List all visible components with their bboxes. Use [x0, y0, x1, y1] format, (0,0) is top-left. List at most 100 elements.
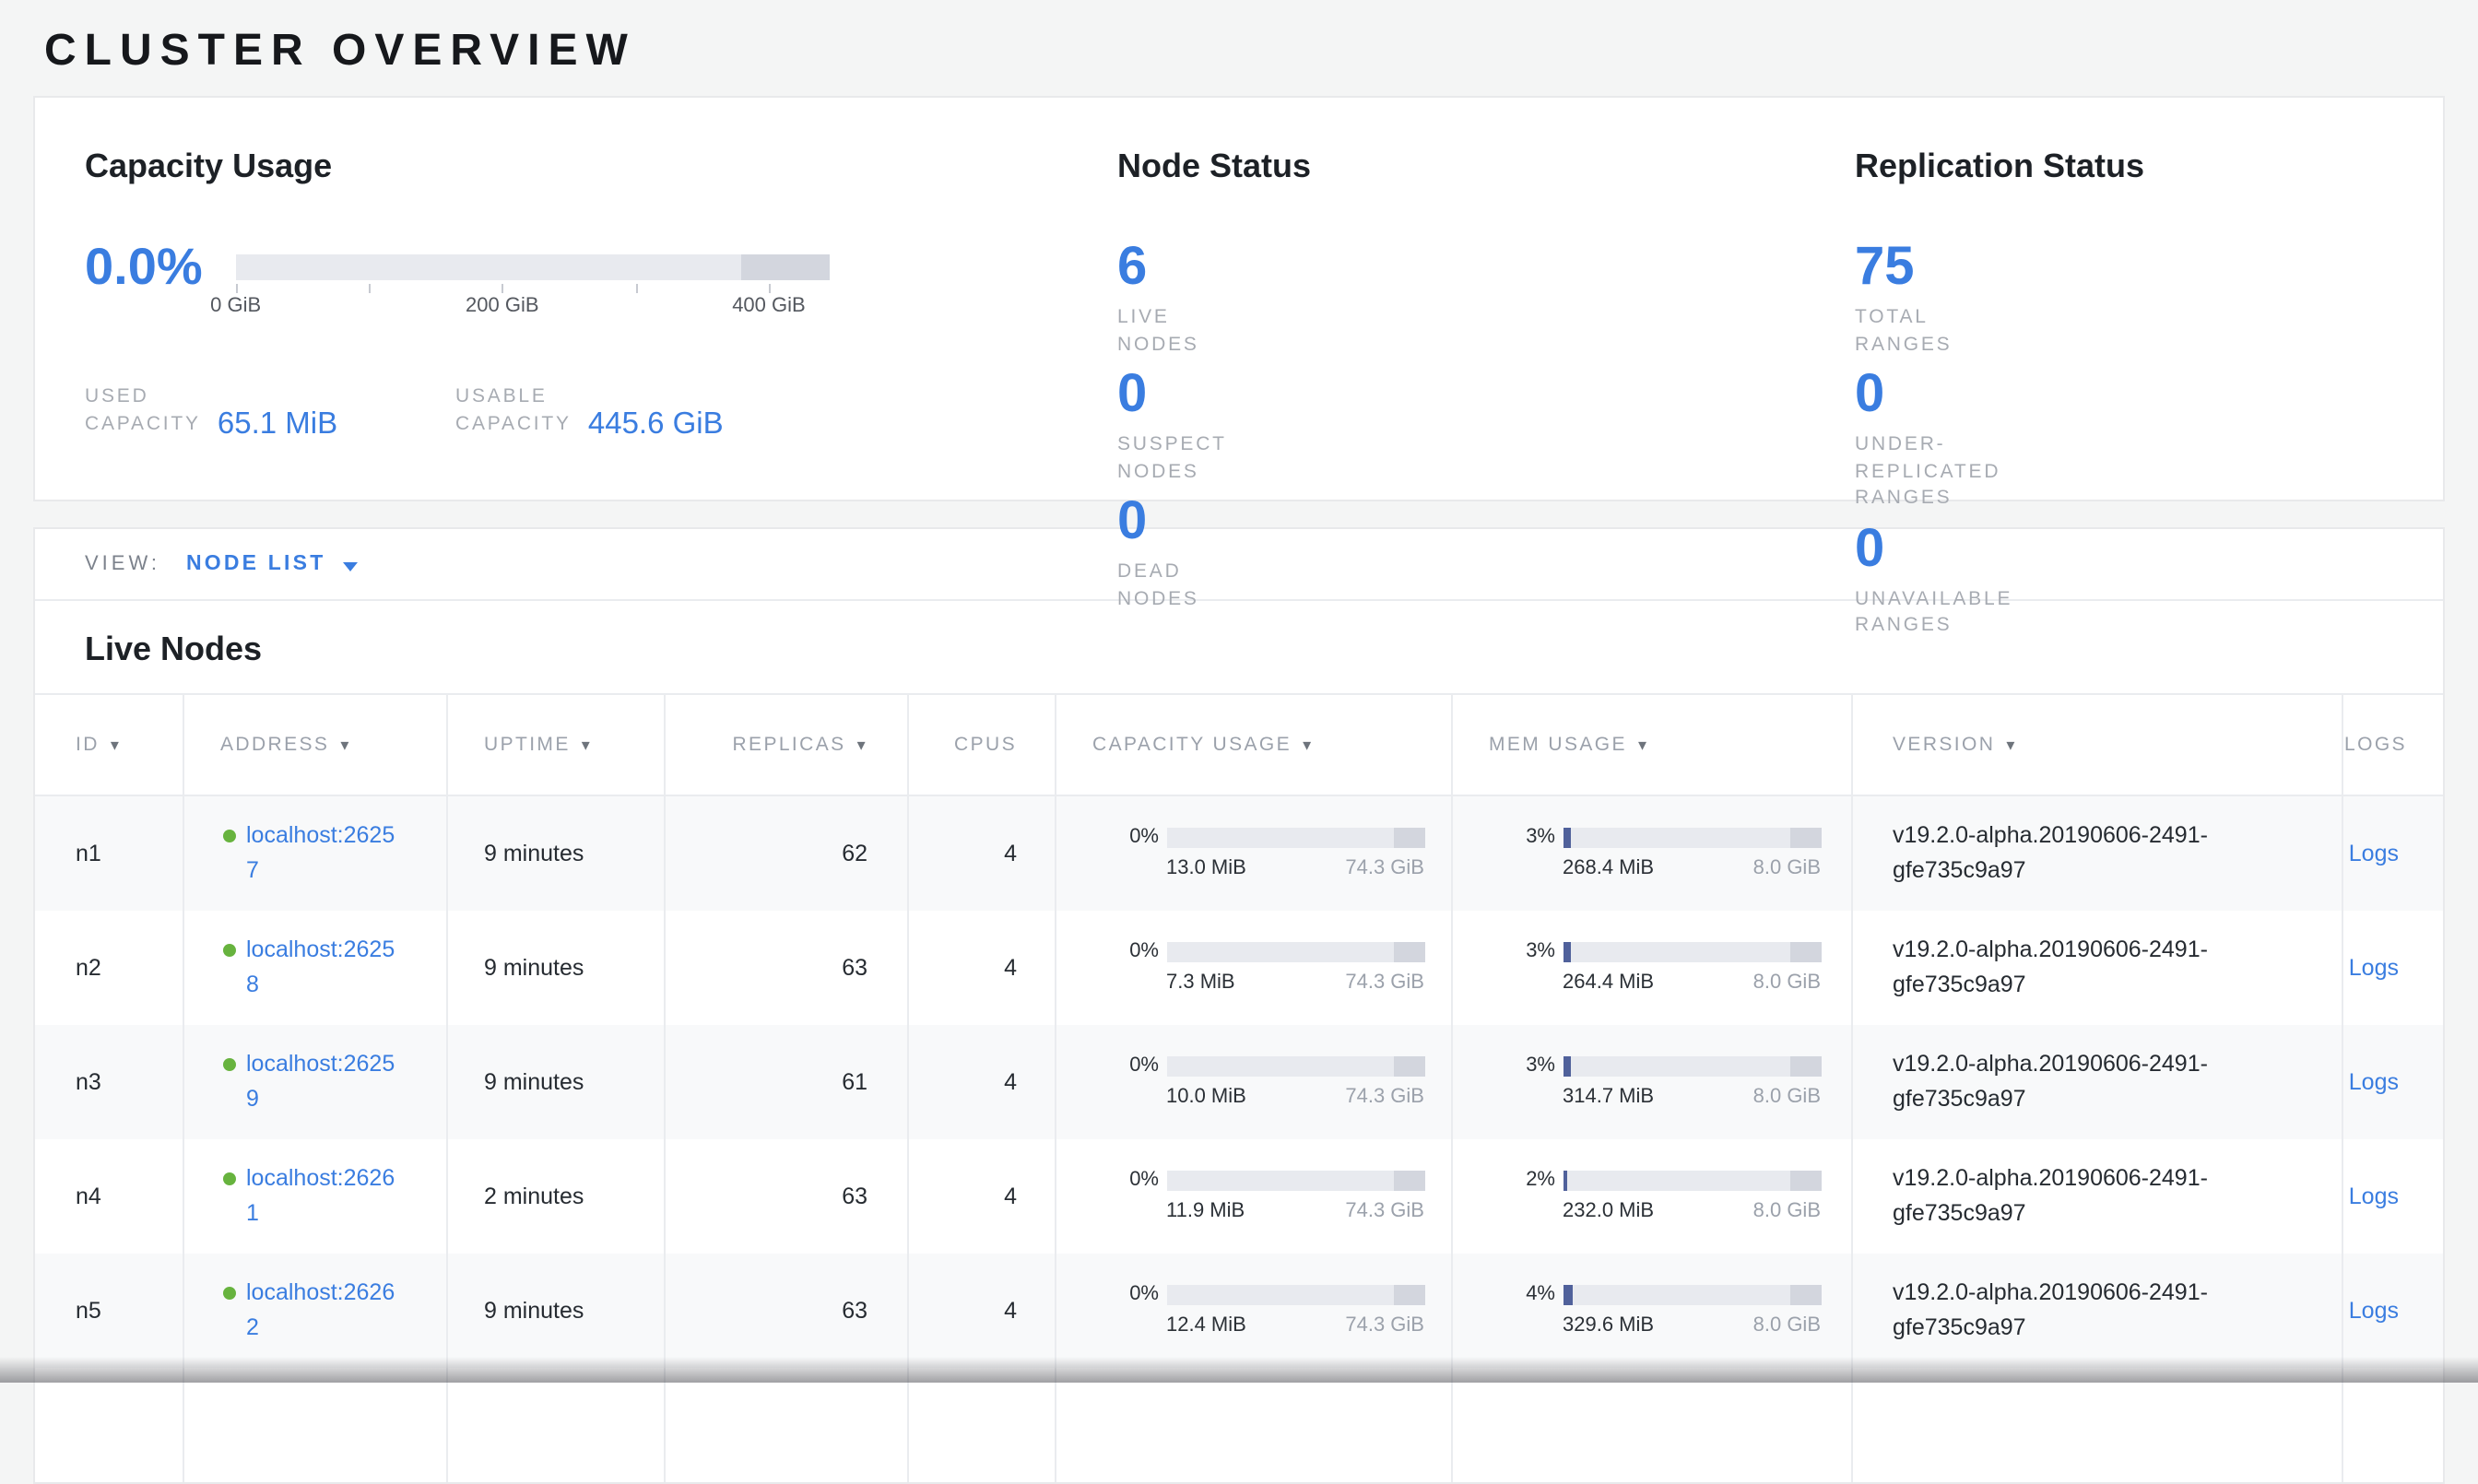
memory-max: 8.0 GiB [1753, 1200, 1821, 1224]
address-cell: localhost:26259 [183, 1025, 446, 1139]
table-header-address[interactable]: ADDRESS▾ [183, 694, 446, 795]
node-id-cell: n1 [35, 795, 183, 911]
logs-cell: Logs [2342, 911, 2443, 1025]
replicas-cell: 61 [664, 1025, 907, 1139]
memory-bar-dark-segment [1789, 941, 1821, 961]
table-header-capacity-usage[interactable]: CAPACITY USAGE▾ [1055, 694, 1451, 795]
replicas-cell: 62 [664, 795, 907, 911]
capacity-bar-dark-segment [1393, 941, 1424, 961]
logs-cell: Logs [2342, 1139, 2443, 1254]
logs-link[interactable]: Logs [2349, 841, 2399, 866]
memory-percent: 3% [1511, 1054, 1555, 1077]
memory-cell: 3% 268.4 MiB 8.0 GiB [1451, 795, 1851, 911]
memory-bar-dark-segment [1789, 1170, 1821, 1190]
suspect-nodes-label: SUSPECT NODES [1117, 431, 1267, 485]
gauge-tick [369, 284, 371, 293]
memory-bar [1563, 1284, 1821, 1304]
node-live-icon [222, 944, 235, 957]
table-header-mem-usage[interactable]: MEM USAGE▾ [1451, 694, 1851, 795]
total-ranges-stat: 75 TOTAL RANGES [1855, 230, 2000, 358]
suspect-nodes-count: 0 [1117, 358, 1267, 431]
capacity-cell: 0% 13.0 MiB 74.3 GiB [1055, 795, 1451, 911]
sort-desc-icon: ▾ [582, 736, 592, 754]
under-replicated-ranges-label: UNDER- REPLICATED RANGES [1855, 431, 2078, 512]
node-live-icon [222, 1058, 235, 1071]
node-id-cell: n3 [35, 1025, 183, 1139]
capacity-usage-title: Capacity Usage [85, 146, 1117, 186]
uptime-cell: 9 minutes [446, 911, 664, 1025]
version-cell: v19.2.0-alpha.20190606-2491-gfe735c9a97 [1851, 1139, 2342, 1254]
address-link[interactable]: localhost:26259 [246, 1047, 401, 1117]
memory-percent: 3% [1511, 940, 1555, 962]
capacity-bar-dark-segment [1393, 1284, 1424, 1304]
total-ranges-count: 75 [1855, 230, 2000, 304]
replicas-cell: 63 [664, 911, 907, 1025]
capacity-percent: 0% [1115, 1283, 1159, 1305]
memory-bar-fill [1563, 1284, 1573, 1304]
address-link[interactable]: localhost:26261 [246, 1161, 401, 1231]
capacity-max: 74.3 GiB [1345, 1086, 1424, 1110]
memory-used: 264.4 MiB [1563, 972, 1654, 995]
memory-bar [1563, 1055, 1821, 1076]
logs-link[interactable]: Logs [2349, 1184, 2399, 1209]
capacity-gauge: 0 GiB 200 GiB 400 GiB [236, 254, 830, 328]
capacity-bar [1166, 827, 1424, 847]
capacity-bar-dark-segment [1393, 1055, 1424, 1076]
capacity-bar [1166, 941, 1424, 961]
memory-cell: 2% 232.0 MiB 8.0 GiB [1451, 1139, 1851, 1254]
address-cell: localhost:26261 [183, 1139, 446, 1254]
table-row: n3 localhost:26259 9 minutes 61 4 [35, 1025, 2443, 1139]
version-cell: v19.2.0-alpha.20190606-2491-gfe735c9a97 [1851, 795, 2342, 911]
address-link[interactable]: localhost:26258 [246, 933, 401, 1003]
memory-bar-fill [1563, 1055, 1570, 1076]
capacity-max: 74.3 GiB [1345, 857, 1424, 881]
capacity-gauge-bar [236, 254, 830, 280]
capacity-cell: 0% 11.9 MiB 74.3 GiB [1055, 1139, 1451, 1254]
cpus-cell: 4 [907, 795, 1055, 911]
logs-link[interactable]: Logs [2349, 955, 2399, 981]
uptime-cell: 9 minutes [446, 1025, 664, 1139]
node-status-title: Node Status [1117, 146, 1855, 186]
table-header-version[interactable]: VERSION▾ [1851, 694, 2342, 795]
capacity-bar-dark-segment [1393, 1170, 1424, 1190]
logs-link[interactable]: Logs [2349, 1069, 2399, 1095]
capacity-used: 7.3 MiB [1166, 972, 1235, 995]
memory-percent: 4% [1511, 1283, 1555, 1305]
live-nodes-stat: 6 LIVE NODES [1117, 230, 1267, 358]
logs-link[interactable]: Logs [2349, 1298, 2399, 1324]
live-nodes-label: LIVE NODES [1117, 304, 1267, 358]
address-cell: localhost:26258 [183, 911, 446, 1025]
capacity-bar [1166, 1170, 1424, 1190]
live-nodes-count: 6 [1117, 230, 1267, 304]
cpus-cell: 4 [907, 911, 1055, 1025]
memory-cell: 3% 314.7 MiB 8.0 GiB [1451, 1025, 1851, 1139]
table-header-row: ID▾ ADDRESS▾ UPTIME▾ REPLICAS▾ CPUS CAPA… [35, 694, 2443, 795]
table-header-id[interactable]: ID▾ [35, 694, 183, 795]
used-capacity-value: 65.1 MiB [218, 409, 337, 439]
capacity-percent: 0% [1115, 1169, 1159, 1191]
sort-desc-icon: ▾ [340, 736, 350, 754]
node-list-dropdown[interactable]: NODE LIST [186, 553, 358, 575]
address-link[interactable]: localhost:26262 [246, 1276, 401, 1346]
replication-status-title: Replication Status [1855, 146, 2393, 186]
table-header-uptime[interactable]: UPTIME▾ [446, 694, 664, 795]
gauge-tick-label: 400 GiB [732, 295, 806, 317]
sort-desc-icon: ▾ [2006, 736, 2016, 754]
node-id-cell: n5 [35, 1254, 183, 1368]
memory-used: 268.4 MiB [1563, 857, 1654, 881]
address-link[interactable]: localhost:26257 [246, 819, 401, 889]
capacity-used: 11.9 MiB [1166, 1200, 1245, 1224]
sort-desc-icon: ▾ [1303, 736, 1313, 754]
capacity-cell: 0% 10.0 MiB 74.3 GiB [1055, 1025, 1451, 1139]
gauge-tick [635, 284, 637, 293]
table-row-partial [35, 1368, 2443, 1482]
memory-max: 8.0 GiB [1753, 1314, 1821, 1338]
table-header-replicas[interactable]: REPLICAS▾ [664, 694, 907, 795]
logs-cell: Logs [2342, 1254, 2443, 1368]
memory-used: 314.7 MiB [1563, 1086, 1654, 1110]
memory-bar [1563, 1170, 1821, 1190]
gauge-tick [502, 284, 504, 293]
gauge-tick-label: 0 GiB [210, 295, 261, 317]
cpus-cell: 4 [907, 1025, 1055, 1139]
table-header-cpus: CPUS [907, 694, 1055, 795]
